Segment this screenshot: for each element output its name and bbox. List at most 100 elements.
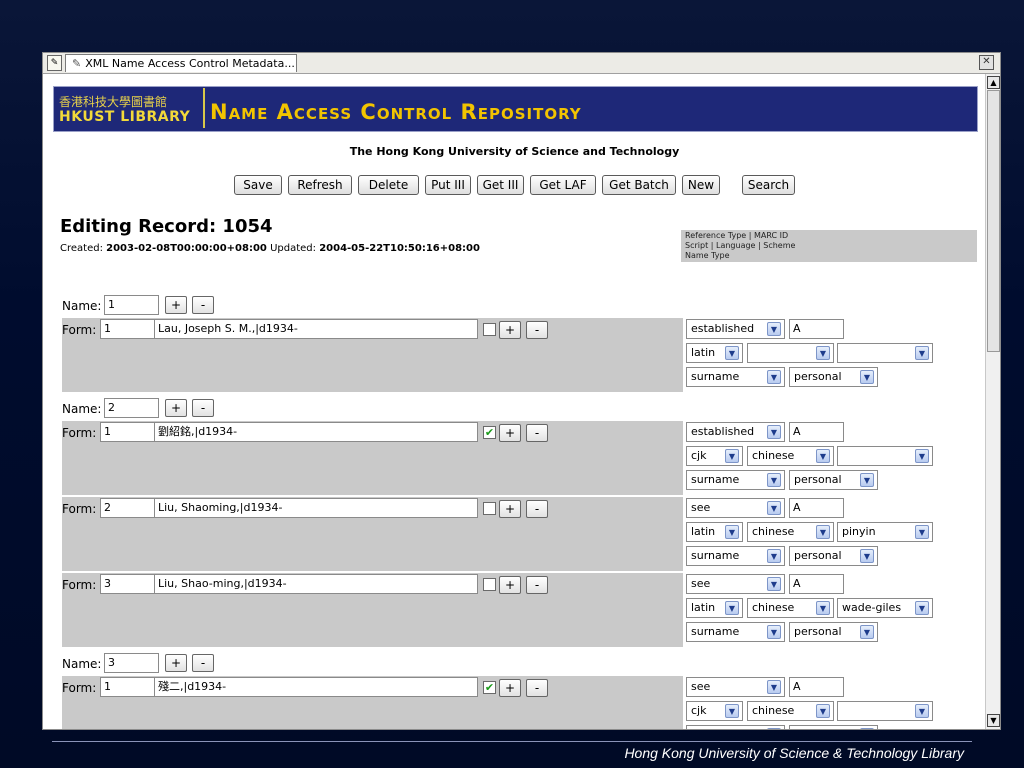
remove-form-button[interactable]: - <box>526 576 548 594</box>
script-select[interactable]: latin ▼ <box>686 343 743 363</box>
scheme-select[interactable]: ▼ <box>837 701 933 721</box>
search-button[interactable]: Search <box>742 175 795 195</box>
marc-id-input[interactable]: A <box>789 422 844 442</box>
get-laf-button[interactable]: Get LAF <box>530 175 596 195</box>
form-number-input[interactable]: 3 <box>100 574 155 594</box>
add-name-button[interactable]: + <box>165 399 187 417</box>
form-checkbox[interactable] <box>483 323 496 336</box>
chevron-down-icon[interactable]: ▼ <box>725 704 739 718</box>
add-name-button[interactable]: + <box>165 296 187 314</box>
name-number-input[interactable]: 2 <box>104 398 159 418</box>
remove-name-button[interactable]: - <box>192 399 214 417</box>
scheme-select[interactable]: pinyin ▼ <box>837 522 933 542</box>
chevron-down-icon[interactable]: ▼ <box>915 346 929 360</box>
name-type-select[interactable]: surname ▼ <box>686 546 785 566</box>
chevron-down-icon[interactable]: ▼ <box>816 346 830 360</box>
chevron-down-icon[interactable]: ▼ <box>767 625 781 639</box>
put-iii-button[interactable]: Put III <box>425 175 471 195</box>
chevron-down-icon[interactable]: ▼ <box>816 704 830 718</box>
chevron-down-icon[interactable]: ▼ <box>767 425 781 439</box>
form-number-input[interactable]: 1 <box>100 422 155 442</box>
marc-id-input[interactable]: A <box>789 319 844 339</box>
form-checkbox[interactable] <box>483 578 496 591</box>
get-iii-button[interactable]: Get III <box>477 175 524 195</box>
form-checkbox[interactable] <box>483 502 496 515</box>
remove-form-button[interactable]: - <box>526 679 548 697</box>
name-type-select[interactable]: surname ▼ <box>686 470 785 490</box>
add-form-button[interactable]: + <box>499 424 521 442</box>
add-form-button[interactable]: + <box>499 500 521 518</box>
chevron-down-icon[interactable]: ▼ <box>816 449 830 463</box>
heading-input[interactable]: 殘二,|d1934- <box>154 677 478 697</box>
heading-input[interactable]: 劉紹銘,|d1934- <box>154 422 478 442</box>
reference-type-select[interactable]: established ▼ <box>686 422 785 442</box>
marc-id-input[interactable]: A <box>789 498 844 518</box>
form-checkbox[interactable]: ✔ <box>483 681 496 694</box>
name-type-select[interactable]: forename ▼ <box>686 725 785 729</box>
reference-type-select[interactable]: see ▼ <box>686 498 785 518</box>
script-select[interactable]: latin ▼ <box>686 522 743 542</box>
chevron-down-icon[interactable]: ▼ <box>767 370 781 384</box>
name-type-select[interactable]: surname ▼ <box>686 367 785 387</box>
chevron-down-icon[interactable]: ▼ <box>767 577 781 591</box>
reference-type-select[interactable]: see ▼ <box>686 677 785 697</box>
name-kind-select[interactable]: personal ▼ <box>789 546 878 566</box>
chevron-down-icon[interactable]: ▼ <box>860 370 874 384</box>
refresh-button[interactable]: Refresh <box>288 175 352 195</box>
form-checkbox[interactable]: ✔ <box>483 426 496 439</box>
chevron-down-icon[interactable]: ▼ <box>725 346 739 360</box>
chevron-down-icon[interactable]: ▼ <box>767 680 781 694</box>
add-form-button[interactable]: + <box>499 576 521 594</box>
scheme-select[interactable]: ▼ <box>837 446 933 466</box>
reference-type-select[interactable]: see ▼ <box>686 574 785 594</box>
chevron-down-icon[interactable]: ▼ <box>767 501 781 515</box>
chevron-down-icon[interactable]: ▼ <box>860 625 874 639</box>
script-select[interactable]: cjk ▼ <box>686 446 743 466</box>
scroll-up-icon[interactable]: ▲ <box>987 76 1000 89</box>
heading-input[interactable]: Lau, Joseph S. M.,|d1934- <box>154 319 478 339</box>
hkust-library-logo[interactable]: 香港科技大學圖書館 HKUST LIBRARY <box>55 88 205 128</box>
chevron-down-icon[interactable]: ▼ <box>767 549 781 563</box>
chevron-down-icon[interactable]: ▼ <box>860 728 874 729</box>
language-select[interactable]: chinese ▼ <box>747 598 834 618</box>
language-select[interactable]: chinese ▼ <box>747 522 834 542</box>
chevron-down-icon[interactable]: ▼ <box>767 322 781 336</box>
heading-input[interactable]: Liu, Shao-ming,|d1934- <box>154 574 478 594</box>
heading-input[interactable]: Liu, Shaoming,|d1934- <box>154 498 478 518</box>
form-number-input[interactable]: 1 <box>100 677 155 697</box>
chevron-down-icon[interactable]: ▼ <box>915 449 929 463</box>
marc-id-input[interactable]: A <box>789 677 844 697</box>
scheme-select[interactable]: ▼ <box>837 343 933 363</box>
language-select[interactable]: chinese ▼ <box>747 701 834 721</box>
chevron-down-icon[interactable]: ▼ <box>915 525 929 539</box>
name-kind-select[interactable]: personal ▼ <box>789 725 878 729</box>
form-number-input[interactable]: 2 <box>100 498 155 518</box>
tab-xml-name-access[interactable]: ✎ XML Name Access Control Metadata... <box>65 54 297 72</box>
remove-name-button[interactable]: - <box>192 654 214 672</box>
close-icon[interactable]: ✕ <box>979 55 994 70</box>
reference-type-select[interactable]: established ▼ <box>686 319 785 339</box>
script-select[interactable]: cjk ▼ <box>686 701 743 721</box>
name-number-input[interactable]: 1 <box>104 295 159 315</box>
remove-form-button[interactable]: - <box>526 424 548 442</box>
scroll-thumb[interactable] <box>987 90 1000 352</box>
chevron-down-icon[interactable]: ▼ <box>915 601 929 615</box>
chevron-down-icon[interactable]: ▼ <box>725 601 739 615</box>
get-batch-button[interactable]: Get Batch <box>602 175 676 195</box>
chevron-down-icon[interactable]: ▼ <box>725 449 739 463</box>
chevron-down-icon[interactable]: ▼ <box>767 473 781 487</box>
vertical-scrollbar[interactable]: ▲ ▼ <box>985 74 1000 729</box>
chevron-down-icon[interactable]: ▼ <box>860 549 874 563</box>
name-kind-select[interactable]: personal ▼ <box>789 622 878 642</box>
remove-form-button[interactable]: - <box>526 500 548 518</box>
remove-name-button[interactable]: - <box>192 296 214 314</box>
add-form-button[interactable]: + <box>499 679 521 697</box>
name-kind-select[interactable]: personal ▼ <box>789 470 878 490</box>
chevron-down-icon[interactable]: ▼ <box>816 601 830 615</box>
name-number-input[interactable]: 3 <box>104 653 159 673</box>
page-icon[interactable]: ✎ <box>47 55 62 71</box>
chevron-down-icon[interactable]: ▼ <box>860 473 874 487</box>
form-number-input[interactable]: 1 <box>100 319 155 339</box>
script-select[interactable]: latin ▼ <box>686 598 743 618</box>
chevron-down-icon[interactable]: ▼ <box>725 525 739 539</box>
